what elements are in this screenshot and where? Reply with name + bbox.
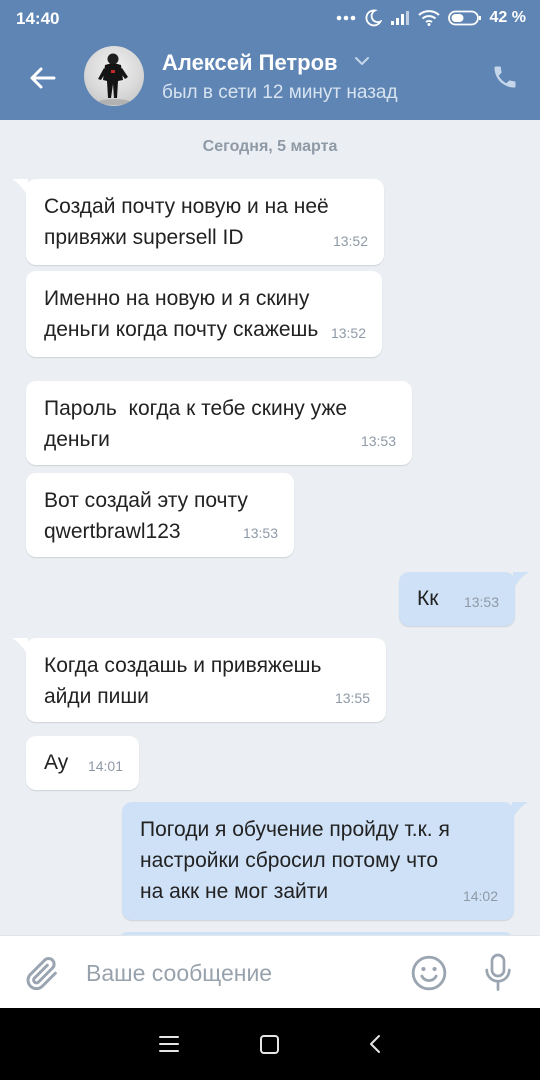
status-time: 14:40 [16, 9, 60, 28]
message-text: Когда создашь и привяжешь айди пиши [44, 654, 322, 708]
battery-percent: 42 % [489, 9, 526, 26]
smiley-icon [411, 955, 447, 991]
paperclip-icon [26, 957, 57, 991]
message-bubble-outgoing[interactable]: Кк 13:53 [399, 572, 529, 626]
nav-back-button[interactable] [364, 1030, 392, 1058]
microphone-icon [485, 953, 511, 991]
avatar-photo [98, 53, 130, 105]
chevron-left-icon [370, 1035, 380, 1053]
signal-icon [390, 11, 409, 25]
message-text: Создай почту новую и на неё привяжи supe… [44, 195, 329, 249]
message-text: Погоди я обучение пройду т.к. я настройк… [140, 818, 450, 903]
back-button[interactable] [22, 58, 62, 98]
phone-icon [494, 66, 516, 88]
message-time: 14:01 [87, 758, 123, 774]
message-time: 13:53 [242, 525, 278, 541]
avatar[interactable] [84, 46, 144, 106]
message-bubble-incoming[interactable]: Ау 14:01 [26, 736, 139, 790]
status-icons: 42 % [336, 7, 526, 29]
app-bar: Алексей Петров был в сети 12 минут назад [0, 36, 540, 120]
message-bubble-incoming[interactable]: Создай почту новую и на неё привяжи supe… [12, 179, 384, 265]
dots-icon [336, 15, 355, 21]
arrow-left-icon [30, 67, 56, 89]
bubble-tail [12, 179, 28, 197]
message-input-bar [0, 935, 540, 1008]
message-time: 13:53 [360, 433, 396, 449]
bubble-tail [512, 802, 528, 820]
bubble-tail [513, 572, 529, 590]
menu-icon [159, 1036, 179, 1052]
chat-screen: 14:40 42 % Алексей Петров был в сети 12 … [0, 0, 540, 1080]
nav-menu-button[interactable] [157, 1030, 185, 1058]
message-bubble-outgoing[interactable]: Погоди я обучение пройду т.к. я настройк… [122, 802, 528, 920]
system-nav-bar [0, 1008, 540, 1080]
nav-home-button[interactable] [258, 1030, 286, 1058]
message-text: Пароль когда к тебе скину уже деньги [44, 397, 348, 451]
message-text: Именно на новую и я скину деньги когда п… [44, 287, 319, 341]
message-time: 13:53 [463, 594, 499, 610]
emoji-button[interactable] [410, 954, 448, 992]
moon-icon [365, 9, 382, 27]
message-bubble-incoming[interactable]: Вот создай эту почту qwertbrawl123 13:53 [26, 473, 294, 557]
header: 14:40 42 % Алексей Петров был в сети 12 … [0, 0, 540, 120]
message-bubble-incoming[interactable]: Когда создашь и привяжешь айди пиши 13:5… [12, 638, 386, 722]
bubble-tail [12, 638, 28, 656]
message-bubble-incoming[interactable]: Именно на новую и я скину деньги когда п… [26, 271, 382, 357]
message-time: 14:02 [462, 888, 498, 904]
chat-area[interactable]: Сегодня, 5 марта Создай почту новую и на… [0, 120, 540, 935]
chevron-down-icon[interactable] [354, 56, 370, 66]
contact-name[interactable]: Алексей Петров [162, 50, 338, 76]
wifi-icon [417, 10, 440, 26]
message-time: 13:52 [332, 233, 368, 249]
message-bubble-incoming[interactable]: Пароль когда к тебе скину уже деньги 13:… [26, 381, 412, 465]
contact-status: был в сети 12 минут назад [162, 82, 398, 103]
status-bar: 14:40 42 % [0, 0, 540, 36]
battery-icon [447, 10, 481, 26]
call-button[interactable] [488, 60, 522, 94]
date-separator: Сегодня, 5 марта [202, 138, 338, 155]
message-time: 13:55 [334, 690, 370, 706]
square-icon [260, 1035, 279, 1054]
message-time: 13:52 [330, 325, 366, 341]
attach-button[interactable] [22, 954, 62, 994]
message-input[interactable] [84, 952, 388, 994]
microphone-button[interactable] [480, 952, 516, 994]
